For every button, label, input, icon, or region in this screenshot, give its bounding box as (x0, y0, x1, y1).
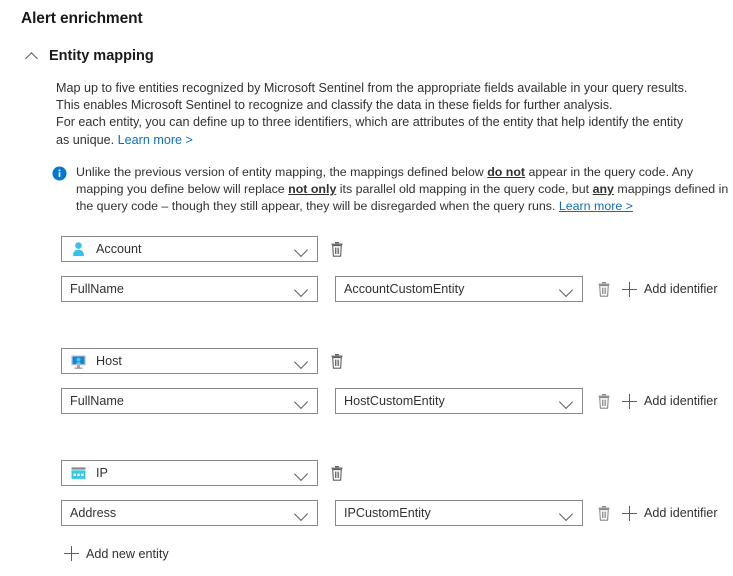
add-identifier-label: Add identifier (644, 506, 718, 520)
plus-icon (622, 393, 637, 409)
entity-block-account: Account FullName AccountCustomEntity Add… (0, 236, 733, 302)
add-new-entity-label: Add new entity (86, 546, 169, 561)
entity-type-value: IP (96, 466, 108, 480)
field-value: HostCustomEntity (344, 394, 445, 408)
identifier-row: FullName AccountCustomEntity Add identif… (0, 276, 733, 302)
page-title: Alert enrichment (21, 10, 143, 27)
info-text-part-1: Unlike the previous version of entity ma… (76, 165, 488, 179)
entity-block-host: Host FullName HostCustomEntity Add ident… (0, 348, 733, 414)
description-line-2: This enables Microsoft Sentinel to recog… (56, 98, 613, 113)
chevron-down-icon[interactable] (292, 352, 310, 370)
info-learn-more-link[interactable]: Learn more > (559, 199, 633, 213)
field-select-ip-0[interactable]: IPCustomEntity (335, 500, 583, 526)
entity-row: IP (0, 460, 733, 486)
chevron-down-icon[interactable] (557, 504, 575, 522)
entity-type-select-ip[interactable]: IP (61, 460, 318, 486)
entity-row: Account (0, 236, 733, 262)
info-emphasis-2: not only (288, 182, 337, 196)
section-description: Map up to five entities recognized by Mi… (56, 80, 728, 149)
chevron-down-icon[interactable] (292, 280, 310, 298)
delete-entity-button-account[interactable] (329, 241, 345, 258)
description-line-3: For each entity, you can define up to th… (56, 115, 684, 130)
info-emphasis-1: do not (487, 165, 526, 179)
field-select-account-0[interactable]: AccountCustomEntity (335, 276, 583, 302)
chevron-down-icon[interactable] (557, 392, 575, 410)
add-identifier-button-account[interactable]: Add identifier (622, 281, 718, 297)
description-line-4: as unique. (56, 132, 115, 147)
entity-type-select-host[interactable]: Host (61, 348, 318, 374)
identifier-select-host-0[interactable]: FullName (61, 388, 318, 414)
identifier-row: Address IPCustomEntity Add identifier (0, 500, 733, 526)
add-identifier-button-ip[interactable]: Add identifier (622, 505, 718, 521)
add-identifier-button-host[interactable]: Add identifier (622, 393, 718, 409)
info-circle-icon (52, 166, 67, 181)
identifier-select-account-0[interactable]: FullName (61, 276, 318, 302)
entity-block-ip: IP Address IPCustomEntity Add identifier (0, 460, 733, 526)
plus-icon (64, 546, 79, 561)
field-select-host-0[interactable]: HostCustomEntity (335, 388, 583, 414)
delete-identifier-button-account-0[interactable] (596, 281, 612, 298)
description-line-1: Map up to five entities recognized by Mi… (56, 81, 688, 95)
chevron-down-icon[interactable] (292, 240, 310, 258)
identifier-value: FullName (70, 394, 124, 408)
info-emphasis-3: any (592, 182, 614, 196)
add-identifier-label: Add identifier (644, 394, 718, 408)
delete-entity-button-ip[interactable] (329, 465, 345, 482)
entity-type-select-account[interactable]: Account (61, 236, 318, 262)
info-banner-text: Unlike the previous version of entity ma… (76, 164, 733, 215)
identifier-select-ip-0[interactable]: Address (61, 500, 318, 526)
chevron-down-icon[interactable] (292, 464, 310, 482)
info-text-part-3: its parallel old mapping in the query co… (336, 182, 593, 196)
chevron-down-icon[interactable] (292, 504, 310, 522)
plus-icon (622, 281, 637, 297)
entity-row: Host (0, 348, 733, 374)
section-title: Entity mapping (49, 48, 154, 64)
add-new-entity-button[interactable]: Add new entity (64, 546, 169, 561)
field-value: AccountCustomEntity (344, 282, 465, 296)
plus-icon (622, 505, 637, 521)
entity-mapping-section-header[interactable]: Entity mapping (25, 48, 154, 64)
info-banner: Unlike the previous version of entity ma… (52, 164, 733, 215)
entity-type-value: Account (96, 242, 142, 256)
description-learn-more-link[interactable]: Learn more > (118, 133, 193, 147)
identifier-row: FullName HostCustomEntity Add identifier (0, 388, 733, 414)
field-value: IPCustomEntity (344, 506, 431, 520)
chevron-down-icon[interactable] (292, 392, 310, 410)
chevron-up-icon[interactable] (25, 49, 39, 63)
add-identifier-label: Add identifier (644, 282, 718, 296)
delete-entity-button-host[interactable] (329, 353, 345, 370)
delete-identifier-button-host-0[interactable] (596, 393, 612, 410)
ip-address-icon (71, 466, 86, 479)
host-monitor-icon (71, 354, 86, 369)
identifier-value: Address (70, 506, 117, 520)
entity-type-value: Host (96, 354, 122, 368)
entity-mapping-page: Alert enrichment Entity mapping Map up t… (0, 0, 733, 576)
chevron-down-icon[interactable] (557, 280, 575, 298)
account-user-icon (73, 241, 84, 256)
delete-identifier-button-ip-0[interactable] (596, 505, 612, 522)
identifier-value: FullName (70, 282, 124, 296)
